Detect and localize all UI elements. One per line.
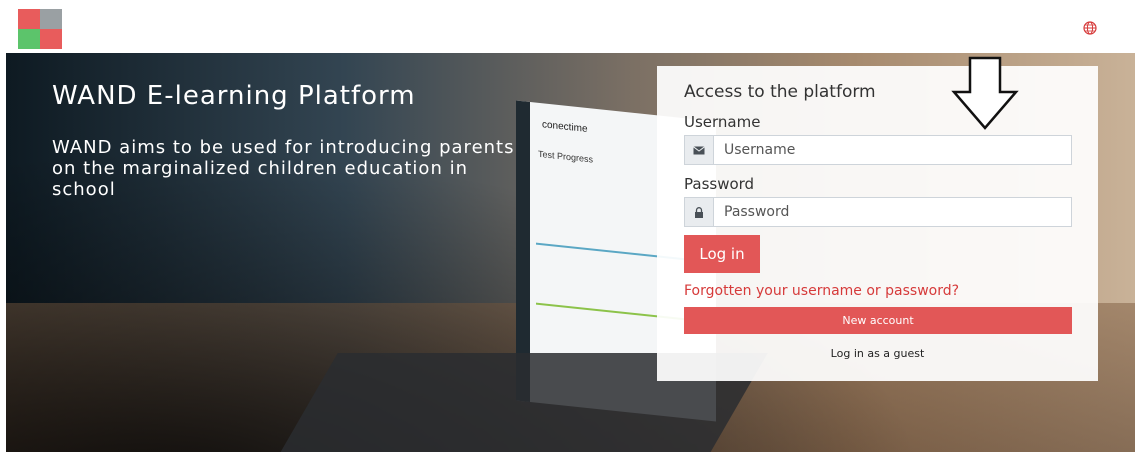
password-input[interactable]: [714, 198, 1069, 226]
envelope-icon: [685, 136, 714, 164]
password-label: Password: [684, 175, 755, 193]
down-arrow-icon: [951, 56, 1019, 130]
hero-description: WAND aims to be used for introducing par…: [52, 137, 515, 200]
lock-icon: [685, 198, 714, 226]
puzzle-logo-icon[interactable]: [18, 9, 62, 49]
top-navbar: [0, 0, 1135, 52]
forgot-password-link[interactable]: Forgotten your username or password?: [684, 283, 959, 299]
username-input[interactable]: [714, 136, 1069, 164]
username-field-group: [684, 135, 1072, 165]
login-heading: Access to the platform: [684, 82, 876, 102]
laptop-brand: conectime: [542, 119, 588, 136]
login-panel: Access to the platform Username Password…: [657, 66, 1098, 381]
laptop-subtitle: Test Progress: [538, 148, 594, 165]
guest-login-link[interactable]: Log in as a guest: [657, 347, 1098, 360]
password-field-group: [684, 197, 1072, 227]
language-menu[interactable]: [1083, 20, 1097, 35]
hero-title: WAND E-learning Platform: [52, 81, 416, 111]
username-label: Username: [684, 113, 761, 131]
new-account-button[interactable]: New account: [684, 307, 1072, 334]
globe-icon: [1083, 21, 1097, 35]
login-button[interactable]: Log in: [684, 235, 760, 273]
